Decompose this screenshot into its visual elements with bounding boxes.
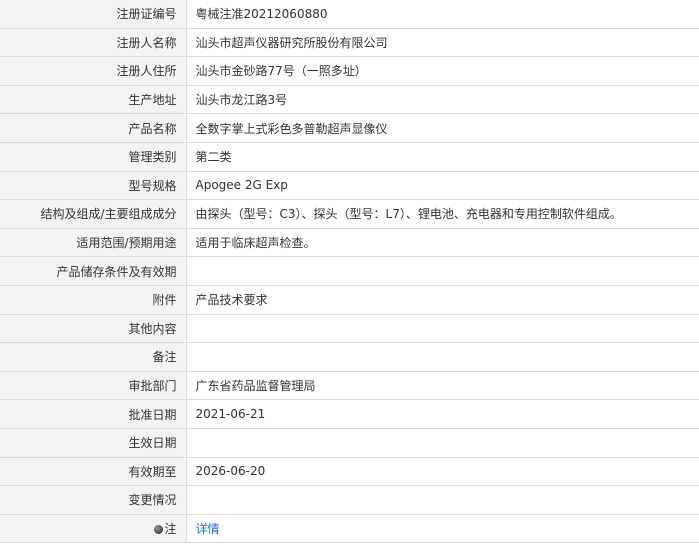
row-registration-number: 注册证编号 粤械注准20212060880 [0,0,699,29]
field-label: 型号规格 [0,171,187,201]
field-label: 结构及组成/主要组成成分 [0,199,187,229]
row-approval-date: 批准日期 2021-06-21 [0,399,699,429]
field-label: 产品储存条件及有效期 [0,256,187,286]
field-label: 生效日期 [0,428,187,458]
field-value: Apogee 2G Exp [186,171,699,201]
row-storage-validity: 产品储存条件及有效期 [0,256,699,286]
field-label: 其他内容 [0,314,187,344]
field-label: 生产地址 [0,85,187,115]
field-label: 批准日期 [0,399,187,429]
row-registrant-name: 注册人名称 汕头市超声仪器研究所股份有限公司 [0,28,699,58]
field-value: 适用于临床超声检查。 [186,228,699,258]
details-link[interactable]: 详情 [196,522,220,536]
note-icon [154,524,164,534]
field-label: 管理类别 [0,142,187,172]
field-value: 全数字掌上式彩色多普勒超声显像仪 [186,113,699,143]
row-effective-date: 生效日期 [0,428,699,458]
row-structure-composition: 结构及组成/主要组成成分 由探头（型号：C3）、探头（型号：L7）、锂电池、充电… [0,199,699,229]
field-value: 产品技术要求 [186,285,699,315]
field-value: 粤械注准20212060880 [186,0,699,29]
field-value [186,256,699,286]
field-label: 变更情况 [0,485,187,515]
field-label: 产品名称 [0,113,187,143]
field-value: 2021-06-21 [186,399,699,429]
row-attachment: 附件 产品技术要求 [0,285,699,315]
row-valid-until: 有效期至 2026-06-20 [0,457,699,487]
field-value: 广东省药品监督管理局 [186,371,699,401]
field-value: 汕头市金砂路77号（一照多址） [186,56,699,86]
field-value: 2026-06-20 [186,457,699,487]
field-value [186,485,699,515]
field-label: 注册证编号 [0,0,187,29]
row-registrant-address: 注册人住所 汕头市金砂路77号（一照多址） [0,56,699,86]
field-label: 有效期至 [0,457,187,487]
note-label: 注 [164,521,177,536]
field-label: 适用范围/预期用途 [0,228,187,258]
row-other-content: 其他内容 [0,314,699,344]
field-value [186,342,699,372]
row-approval-department: 审批部门 广东省药品监督管理局 [0,371,699,401]
field-label: 附件 [0,285,187,315]
row-change-history: 变更情况 [0,485,699,515]
row-product-name: 产品名称 全数字掌上式彩色多普勒超声显像仪 [0,113,699,143]
field-label: 注册人名称 [0,28,187,58]
field-value [186,314,699,344]
field-value: 汕头市龙江路3号 [186,85,699,115]
row-model-spec: 型号规格 Apogee 2G Exp [0,171,699,201]
row-remarks: 备注 [0,342,699,372]
field-value: 由探头（型号：C3）、探头（型号：L7）、锂电池、充电器和专用控制软件组成。 [186,199,699,229]
field-value: 详情 [186,514,699,544]
row-management-category: 管理类别 第二类 [0,142,699,172]
field-label: 注 [0,514,187,544]
field-label: 审批部门 [0,371,187,401]
field-label: 备注 [0,342,187,372]
field-label: 注册人住所 [0,56,187,86]
registration-detail-table: 注册证编号 粤械注准20212060880 注册人名称 汕头市超声仪器研究所股份… [0,0,699,544]
field-value [186,428,699,458]
row-production-address: 生产地址 汕头市龙江路3号 [0,85,699,115]
row-note: 注 详情 [0,514,699,544]
row-intended-use: 适用范围/预期用途 适用于临床超声检查。 [0,228,699,258]
field-value: 第二类 [186,142,699,172]
field-value: 汕头市超声仪器研究所股份有限公司 [186,28,699,58]
